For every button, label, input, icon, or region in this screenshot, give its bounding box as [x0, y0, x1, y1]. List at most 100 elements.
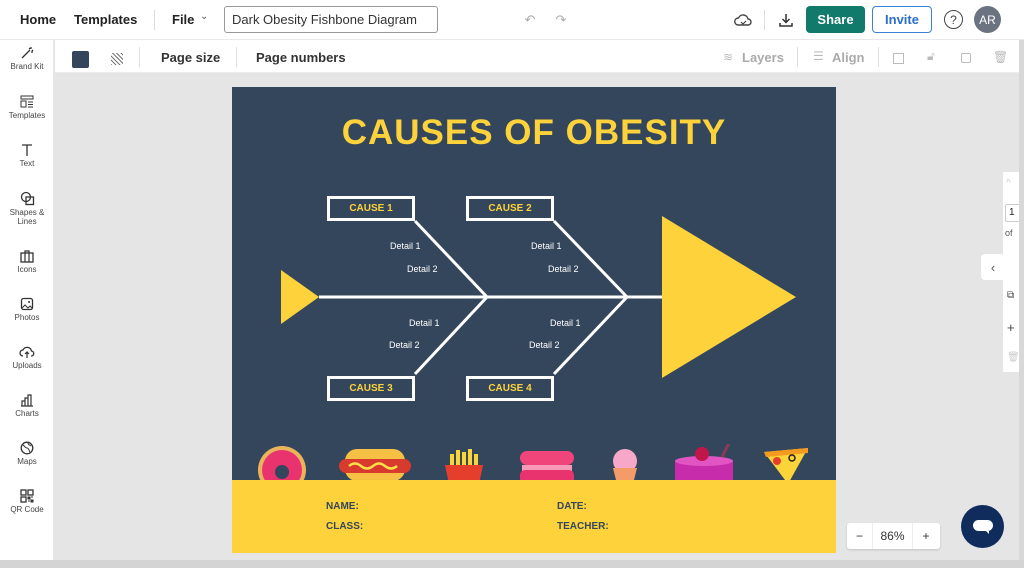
- sidebar-item-photos[interactable]: Photos: [0, 297, 54, 322]
- divider: [797, 47, 798, 67]
- food-illustrations: [258, 444, 808, 484]
- zoom-level[interactable]: 86%: [873, 523, 913, 549]
- sidebar-item-brand-kit[interactable]: Brand Kit: [0, 46, 54, 71]
- hotdog-icon[interactable]: [339, 449, 411, 481]
- file-menu[interactable]: File: [172, 12, 194, 27]
- sidebar-item-label: Photos: [14, 313, 40, 322]
- fish-tail-triangle[interactable]: [281, 270, 319, 324]
- download-icon[interactable]: [776, 10, 796, 30]
- top-bar: Home Templates File ⌄ ↶ ↷ Share Invite ?…: [0, 0, 1024, 40]
- sidebar-item-label: Brand Kit: [10, 62, 44, 71]
- qr-code-icon: [20, 489, 34, 503]
- class-label[interactable]: CLASS:: [326, 521, 363, 532]
- redo-icon[interactable]: ↷: [553, 12, 569, 28]
- horizontal-scrollbar[interactable]: [0, 560, 1024, 568]
- zoom-control: − 86% +: [847, 523, 940, 549]
- sidebar-item-maps[interactable]: Maps: [0, 441, 54, 466]
- sidebar: Brand Kit Templates Text Shapes & Lines …: [0, 40, 54, 560]
- zoom-in-button[interactable]: +: [913, 523, 939, 549]
- shapes-icon: [20, 191, 34, 206]
- delete-page-icon[interactable]: 🗑︎: [1007, 352, 1020, 363]
- layers-icon: ≋: [723, 50, 734, 64]
- divider: [236, 47, 237, 67]
- chevron-down-icon[interactable]: ⌄: [200, 11, 208, 22]
- sidebar-item-shapes[interactable]: Shapes & Lines: [0, 191, 54, 226]
- sidebar-item-uploads[interactable]: Uploads: [0, 345, 54, 370]
- bone-cause-1[interactable]: [413, 219, 489, 299]
- vertical-scrollbar[interactable]: [1019, 40, 1024, 560]
- divider: [139, 47, 140, 67]
- detail-text[interactable]: Detail 1: [409, 318, 440, 328]
- cause-box-2[interactable]: CAUSE 2: [466, 196, 554, 221]
- document-title-input[interactable]: [224, 6, 438, 33]
- page-size-button[interactable]: Page size: [161, 50, 220, 65]
- align-button[interactable]: Align: [832, 50, 865, 65]
- sidebar-item-label: Uploads: [12, 361, 42, 370]
- layers-button[interactable]: Layers: [742, 50, 784, 65]
- cause-box-4[interactable]: CAUSE 4: [466, 376, 554, 401]
- duplicate-icon[interactable]: [961, 53, 971, 63]
- cupcake-icon[interactable]: [613, 449, 637, 484]
- share-button[interactable]: Share: [806, 6, 865, 33]
- add-page-icon[interactable]: +: [1007, 320, 1015, 335]
- donut-icon[interactable]: [258, 446, 306, 484]
- invite-button[interactable]: Invite: [872, 6, 932, 33]
- cause-box-1[interactable]: CAUSE 1: [327, 196, 415, 221]
- templates-icon: [20, 95, 34, 108]
- undo-icon[interactable]: ↶: [522, 12, 538, 28]
- detail-text[interactable]: Detail 1: [531, 241, 562, 251]
- sidebar-item-label: Charts: [15, 409, 39, 418]
- page-numbers-button[interactable]: Page numbers: [256, 50, 346, 65]
- page-footer: NAME: CLASS: DATE: TEACHER:: [232, 480, 836, 553]
- collapse-panel-button[interactable]: ‹: [981, 254, 1005, 280]
- divider: [878, 47, 879, 67]
- bone-cause-4[interactable]: [552, 295, 629, 376]
- detail-text[interactable]: Detail 1: [390, 241, 421, 251]
- sidebar-item-qr-code[interactable]: QR Code: [0, 489, 54, 514]
- fries-icon[interactable]: [445, 449, 483, 484]
- detail-text[interactable]: Detail 2: [389, 340, 420, 350]
- copy-page-icon[interactable]: ⧉: [1007, 290, 1014, 301]
- date-label[interactable]: DATE:: [557, 501, 587, 512]
- sidebar-item-templates[interactable]: Templates: [0, 95, 54, 120]
- lock-icon[interactable]: 🔓︎: [927, 49, 935, 64]
- bone-cause-3[interactable]: [413, 295, 489, 376]
- detail-text[interactable]: Detail 2: [407, 264, 438, 274]
- sidebar-item-text[interactable]: Text: [0, 143, 54, 168]
- bone-cause-2[interactable]: [552, 219, 629, 299]
- background-color-swatch[interactable]: [72, 51, 89, 68]
- page-of-label: of: [1005, 228, 1013, 238]
- chevron-up-icon[interactable]: ^: [1006, 178, 1011, 189]
- detail-text[interactable]: Detail 2: [548, 264, 579, 274]
- zoom-out-button[interactable]: −: [847, 523, 873, 549]
- detail-text[interactable]: Detail 2: [529, 340, 560, 350]
- pizza-icon[interactable]: [764, 448, 808, 484]
- magic-wand-icon: [21, 47, 34, 59]
- teacher-label[interactable]: TEACHER:: [557, 521, 609, 532]
- templates-link[interactable]: Templates: [74, 12, 137, 27]
- name-label[interactable]: NAME:: [326, 501, 359, 512]
- trash-icon[interactable]: 🗑︎: [993, 50, 1008, 64]
- fish-head-triangle[interactable]: [662, 216, 796, 378]
- home-link[interactable]: Home: [20, 12, 56, 27]
- detail-text[interactable]: Detail 1: [550, 318, 581, 328]
- cause-box-3[interactable]: CAUSE 3: [327, 376, 415, 401]
- sidebar-item-label: Templates: [8, 111, 46, 120]
- sidebar-item-label: QR Code: [10, 505, 44, 514]
- pattern-icon[interactable]: [111, 53, 123, 65]
- chat-support-button[interactable]: [961, 505, 1004, 548]
- cake-icon[interactable]: [675, 444, 733, 484]
- sidebar-item-charts[interactable]: Charts: [0, 393, 54, 418]
- globe-icon: [20, 441, 34, 455]
- design-canvas[interactable]: CAUSES OF OBESITY CAUSE 1 CAUSE 2 CAUSE …: [232, 87, 836, 553]
- divider: [764, 10, 765, 30]
- avatar[interactable]: AR: [974, 6, 1001, 33]
- chat-bubble-icon: [972, 519, 993, 534]
- secondary-toolbar: Page size Page numbers ≋ Layers ☰ Align …: [55, 40, 1019, 73]
- sidebar-item-icons[interactable]: Icons: [0, 249, 54, 274]
- briefcase-icon: [20, 250, 34, 263]
- cloud-saved-icon[interactable]: [733, 10, 753, 30]
- frame-icon[interactable]: [893, 53, 904, 64]
- divider: [154, 10, 155, 30]
- help-icon[interactable]: ?: [944, 10, 963, 29]
